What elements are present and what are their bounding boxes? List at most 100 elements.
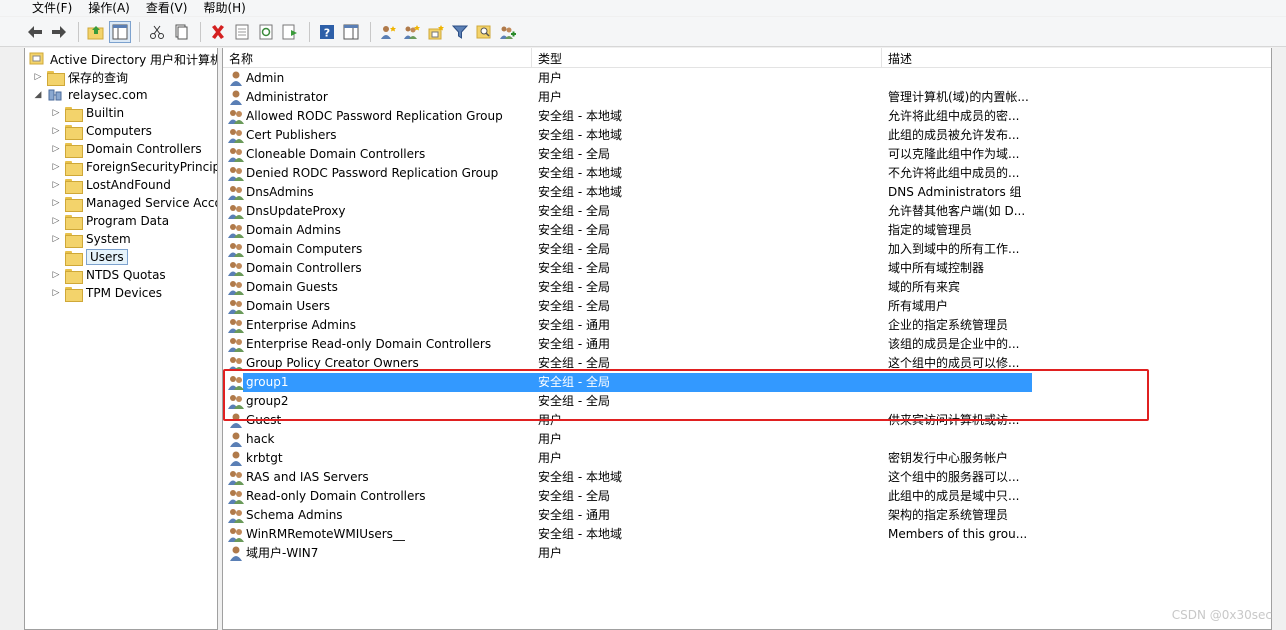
tree-item-label: TPM Devices (86, 286, 163, 300)
add-to-group-icon[interactable] (497, 21, 519, 43)
help-icon[interactable]: ? (316, 21, 338, 43)
list-item[interactable]: Domain Controllers 安全组 - 全局 域中所有域控制器 (223, 259, 1271, 278)
list-item[interactable]: Admin 用户 (223, 69, 1271, 88)
list-item[interactable]: Domain Admins 安全组 - 全局 指定的域管理员 (223, 221, 1271, 240)
toolbar-separator (200, 21, 201, 42)
list-item[interactable]: Domain Users 安全组 - 全局 所有域用户 (223, 297, 1271, 316)
item-type: 用户 (538, 90, 563, 104)
list-item[interactable]: Guest 用户 供来宾访问计算机或访... (223, 411, 1271, 430)
column-header-type[interactable]: 类型 (532, 48, 882, 68)
cut-icon[interactable] (146, 21, 168, 43)
list-item[interactable]: 域用户-WIN7 用户 (223, 544, 1271, 563)
list-header: 名称 类型 描述 (223, 48, 1271, 68)
group-icon (227, 317, 245, 334)
list-item[interactable]: hack 用户 (223, 430, 1271, 449)
group-icon (227, 393, 245, 410)
console-tree[interactable]: Active Directory 用户和计算机 ▷ 保存的查询 ◢ relays… (24, 48, 218, 630)
list-item[interactable]: Denied RODC Password Replication Group 安全… (223, 164, 1271, 183)
expand-arrow-icon[interactable]: ▷ (51, 176, 61, 194)
list-item[interactable]: group1 安全组 - 全局 (223, 373, 1271, 392)
delete-icon[interactable] (207, 21, 229, 43)
list-item[interactable]: Cloneable Domain Controllers 安全组 - 全局 可以克隆… (223, 145, 1271, 164)
copy-icon[interactable] (170, 21, 192, 43)
expand-arrow-icon[interactable]: ▷ (33, 68, 43, 86)
expand-arrow-icon[interactable]: ▷ (51, 266, 61, 284)
find-icon[interactable] (473, 21, 495, 43)
column-header-description[interactable]: 描述 (882, 48, 1271, 68)
new-group-icon[interactable] (401, 21, 423, 43)
tree-item-saved-queries[interactable]: ▷ 保存的查询 (33, 68, 128, 86)
tree-item-program-data[interactable]: ▷ Program Data (51, 212, 169, 230)
list-item[interactable]: DnsUpdateProxy 安全组 - 全局 允许替其他客户端(如 D... (223, 202, 1271, 221)
tree-item-domain[interactable]: ◢ relaysec.com (33, 86, 148, 104)
item-type: 安全组 - 全局 (538, 489, 610, 503)
expand-arrow-icon[interactable]: ▷ (51, 104, 61, 122)
new-user-icon[interactable] (377, 21, 399, 43)
list-item[interactable]: DnsAdmins 安全组 - 本地域 DNS Administrators 组 (223, 183, 1271, 202)
list-item[interactable]: Allowed RODC Password Replication Group 安… (223, 107, 1271, 126)
list-item[interactable]: Enterprise Read-only Domain Controllers 安… (223, 335, 1271, 354)
item-description: 密钥发行中心服务帐户 (888, 451, 1009, 465)
new-ou-icon[interactable] (425, 21, 447, 43)
export-list-icon[interactable] (279, 21, 301, 43)
tree-item-ntds-quotas[interactable]: ▷ NTDS Quotas (51, 266, 166, 284)
list-item[interactable]: Read-only Domain Controllers 安全组 - 全局 此组中的… (223, 487, 1271, 506)
tree-item-system[interactable]: ▷ System (51, 230, 131, 248)
tree-item-builtin[interactable]: ▷ Builtin (51, 104, 124, 122)
properties-icon[interactable] (231, 21, 253, 43)
list-item[interactable]: Group Policy Creator Owners 安全组 - 全局 这个组中的… (223, 354, 1271, 373)
expand-arrow-icon[interactable]: ▷ (51, 230, 61, 248)
folder-icon (65, 232, 83, 248)
expand-arrow-icon[interactable]: ▷ (51, 212, 61, 230)
tree-item-users[interactable]: Users (51, 248, 128, 266)
tree-item-label: relaysec.com (68, 88, 148, 102)
expand-arrow-icon[interactable]: ▷ (51, 284, 61, 302)
menu-action[interactable]: 操作(A) (88, 1, 130, 15)
group-icon (227, 146, 245, 163)
item-type: 安全组 - 全局 (538, 147, 610, 161)
list-item[interactable]: Schema Admins 安全组 - 通用 架构的指定系统管理员 (223, 506, 1271, 525)
filter-icon[interactable] (449, 21, 471, 43)
list-item[interactable]: Cert Publishers 安全组 - 本地域 此组的成员被允许发布... (223, 126, 1271, 145)
menu-help[interactable]: 帮助(H) (203, 1, 245, 15)
expand-arrow-icon[interactable]: ▷ (51, 122, 61, 140)
results-list[interactable]: 名称 类型 描述 Admin 用户 Administrator 用户 管理计算机(域)的… (222, 48, 1272, 630)
collapse-arrow-icon[interactable]: ◢ (33, 86, 43, 104)
action-pane-icon[interactable] (340, 21, 362, 43)
folder-icon (65, 160, 83, 176)
tree-item-lost-and-found[interactable]: ▷ LostAndFound (51, 176, 171, 194)
list-item[interactable]: Administrator 用户 管理计算机(域)的内置帐... (223, 88, 1271, 107)
list-item[interactable]: group2 安全组 - 全局 (223, 392, 1271, 411)
tree-item-label: System (86, 232, 131, 246)
forward-icon[interactable] (48, 21, 70, 43)
up-folder-icon[interactable] (85, 21, 107, 43)
tree-item-foreign-security-principals[interactable]: ▷ ForeignSecurityPrincipals (51, 158, 217, 176)
expand-arrow-icon[interactable]: ▷ (51, 158, 61, 176)
show-console-tree-icon[interactable] (109, 20, 131, 43)
refresh-icon[interactable] (255, 21, 277, 43)
menu-file[interactable]: 文件(F) (32, 1, 72, 15)
back-icon[interactable] (24, 21, 46, 43)
list-item[interactable]: RAS and IAS Servers 安全组 - 本地域 这个组中的服务器可以..… (223, 468, 1271, 487)
column-header-name[interactable]: 名称 (223, 48, 532, 68)
tree-root[interactable]: Active Directory 用户和计算机 (29, 50, 217, 68)
list-item[interactable]: Enterprise Admins 安全组 - 通用 企业的指定系统管理员 (223, 316, 1271, 335)
tree-item-managed-service-accounts[interactable]: ▷ Managed Service Accounts (51, 194, 217, 212)
toolbar-separator (78, 21, 79, 42)
tree-item-label: Computers (86, 124, 152, 138)
tree-item-tpm-devices[interactable]: ▷ TPM Devices (51, 284, 162, 302)
list-item[interactable]: Domain Computers 安全组 - 全局 加入到域中的所有工作... (223, 240, 1271, 259)
tree-item-computers[interactable]: ▷ Computers (51, 122, 152, 140)
expand-arrow-icon[interactable]: ▷ (51, 194, 61, 212)
item-type: 用户 (538, 413, 563, 427)
expand-arrow-icon[interactable]: ▷ (51, 140, 61, 158)
item-type: 安全组 - 全局 (538, 261, 610, 275)
menu-view[interactable]: 查看(V) (146, 1, 188, 15)
list-item[interactable]: krbtgt 用户 密钥发行中心服务帐户 (223, 449, 1271, 468)
tree-item-domain-controllers[interactable]: ▷ Domain Controllers (51, 140, 202, 158)
item-name: krbtgt (246, 451, 283, 465)
list-item[interactable]: WinRMRemoteWMIUsers__ 安全组 - 本地域 Members of… (223, 525, 1271, 544)
item-name: DnsAdmins (246, 185, 314, 199)
list-item[interactable]: Domain Guests 安全组 - 全局 域的所有来宾 (223, 278, 1271, 297)
